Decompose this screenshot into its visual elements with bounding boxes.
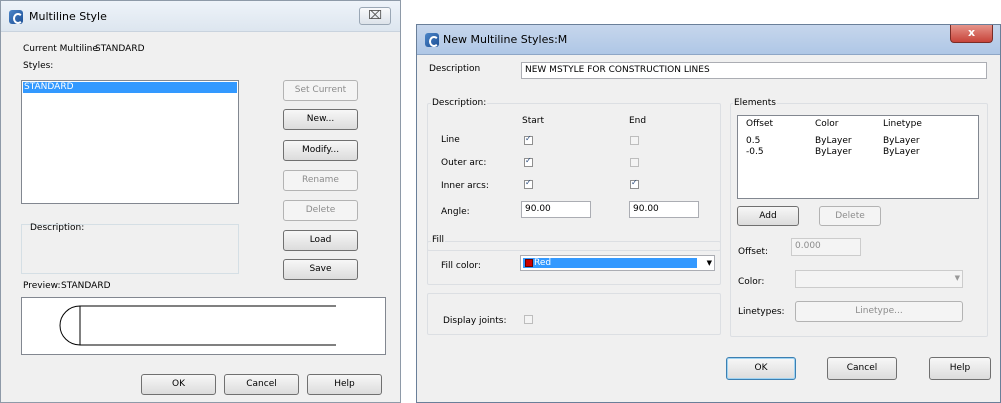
multiline-style-dialog: Multiline Style ⌧ Current Multiline STAN…	[0, 0, 401, 403]
display-joints-groupbox	[427, 293, 721, 335]
multiline-preview-drawing	[59, 305, 336, 346]
end-column-header: End	[629, 116, 647, 126]
color-label: Color:	[738, 277, 765, 287]
element-row-2-color[interactable]: ByLayer	[815, 147, 852, 157]
cancel-button[interactable]: Cancel	[827, 357, 897, 380]
element-row-1-color[interactable]: ByLayer	[815, 136, 852, 146]
preview-box	[21, 297, 386, 355]
current-multiline-value: STANDARD	[95, 44, 145, 54]
help-button[interactable]: Help	[929, 357, 991, 380]
inner-arcs-label: Inner arcs:	[441, 181, 489, 191]
set-current-button[interactable]: Set Current	[283, 80, 358, 101]
caps-groupbox	[427, 103, 721, 251]
offset-label: Offset:	[738, 247, 769, 257]
end-angle-input[interactable]: 90.00	[629, 201, 699, 218]
fill-group-label: Fill	[431, 235, 446, 245]
start-angle-input[interactable]: 90.00	[521, 201, 591, 218]
linetypes-label: Linetypes:	[738, 307, 785, 317]
close-button[interactable]: x	[950, 25, 993, 43]
outer-arc-label: Outer arc:	[441, 158, 487, 168]
outer-arc-start-checkbox[interactable]	[524, 156, 533, 167]
linetype-button[interactable]: Linetype...	[795, 301, 963, 322]
fill-color-selected: Red	[523, 258, 697, 268]
fill-color-value: Red	[534, 258, 552, 268]
dialog-title: New Multiline Styles:M	[443, 33, 568, 46]
display-joints-checkbox[interactable]	[524, 315, 533, 324]
offset-column-header[interactable]: Offset	[746, 119, 773, 129]
element-row-1-offset[interactable]: 0.5	[746, 136, 760, 146]
start-column-header: Start	[522, 116, 544, 126]
inner-arcs-start-checkbox[interactable]	[524, 178, 533, 189]
line-end-checkbox[interactable]	[630, 136, 639, 145]
ok-button[interactable]: OK	[141, 374, 216, 395]
cancel-button[interactable]: Cancel	[224, 374, 299, 395]
modify-button[interactable]: Modify...	[283, 140, 358, 161]
current-multiline-label: Current Multiline	[23, 44, 98, 54]
color-column-header[interactable]: Color	[815, 119, 839, 129]
styles-label: Styles:	[23, 61, 54, 71]
style-item-standard[interactable]: STANDARD	[23, 82, 237, 93]
description-panel: Description:	[21, 223, 239, 274]
elements-group-label: Elements	[733, 98, 777, 108]
close-icon: x	[967, 26, 976, 39]
element-row-1-linetype[interactable]: ByLayer	[883, 136, 920, 146]
preview-style-name: STANDARD	[61, 281, 111, 291]
help-button[interactable]: Help	[307, 374, 382, 395]
line-cap-label: Line	[441, 135, 460, 145]
chevron-down-icon[interactable]: ▼	[707, 259, 712, 267]
load-button[interactable]: Load	[283, 230, 358, 251]
styles-listbox[interactable]: STANDARD	[21, 80, 239, 204]
line-start-checkbox[interactable]	[524, 134, 533, 145]
close-button[interactable]: ⌧	[359, 7, 391, 25]
add-element-button[interactable]: Add	[737, 206, 799, 226]
offset-input[interactable]: 0.000	[791, 238, 861, 256]
description-input[interactable]: NEW MSTYLE FOR CONSTRUCTION LINES	[521, 62, 987, 79]
element-row-2-linetype[interactable]: ByLayer	[883, 147, 920, 157]
dialog-title: Multiline Style	[29, 10, 107, 23]
ok-button[interactable]: OK	[726, 357, 796, 380]
save-button[interactable]: Save	[283, 259, 358, 280]
element-color-dropdown[interactable]: ▼	[795, 270, 963, 288]
close-icon: ⌧	[368, 8, 382, 22]
delete-element-button[interactable]: Delete	[819, 206, 881, 226]
app-icon	[425, 33, 439, 47]
outer-arc-end-checkbox[interactable]	[630, 158, 639, 167]
title-bar: New Multiline Styles:M x	[417, 25, 1000, 55]
chevron-down-icon[interactable]: ▼	[955, 274, 960, 282]
fill-color-label: Fill color:	[441, 261, 481, 271]
description-label: Description	[429, 64, 481, 74]
rename-button[interactable]: Rename	[283, 170, 358, 191]
angle-label: Angle:	[441, 207, 470, 217]
element-row-2-offset[interactable]: -0.5	[746, 147, 764, 157]
inner-arcs-end-checkbox[interactable]	[630, 178, 639, 189]
linetype-column-header[interactable]: Linetype	[883, 119, 922, 129]
preview-label: Preview:	[23, 281, 61, 291]
new-button[interactable]: New...	[283, 109, 358, 130]
elements-list[interactable]: Offset Color Linetype 0.5 ByLayer ByLaye…	[737, 115, 979, 199]
new-multiline-style-dialog: New Multiline Styles:M x Description NEW…	[416, 24, 1001, 403]
display-joints-label: Display joints:	[443, 316, 507, 326]
app-icon	[9, 10, 23, 24]
description-label: Description:	[30, 223, 85, 233]
delete-button[interactable]: Delete	[283, 200, 358, 221]
caps-group-label: Description:	[431, 98, 488, 108]
title-bar: Multiline Style ⌧	[1, 1, 400, 32]
color-swatch	[525, 259, 533, 267]
fill-color-dropdown[interactable]: Red ▼	[520, 255, 715, 271]
